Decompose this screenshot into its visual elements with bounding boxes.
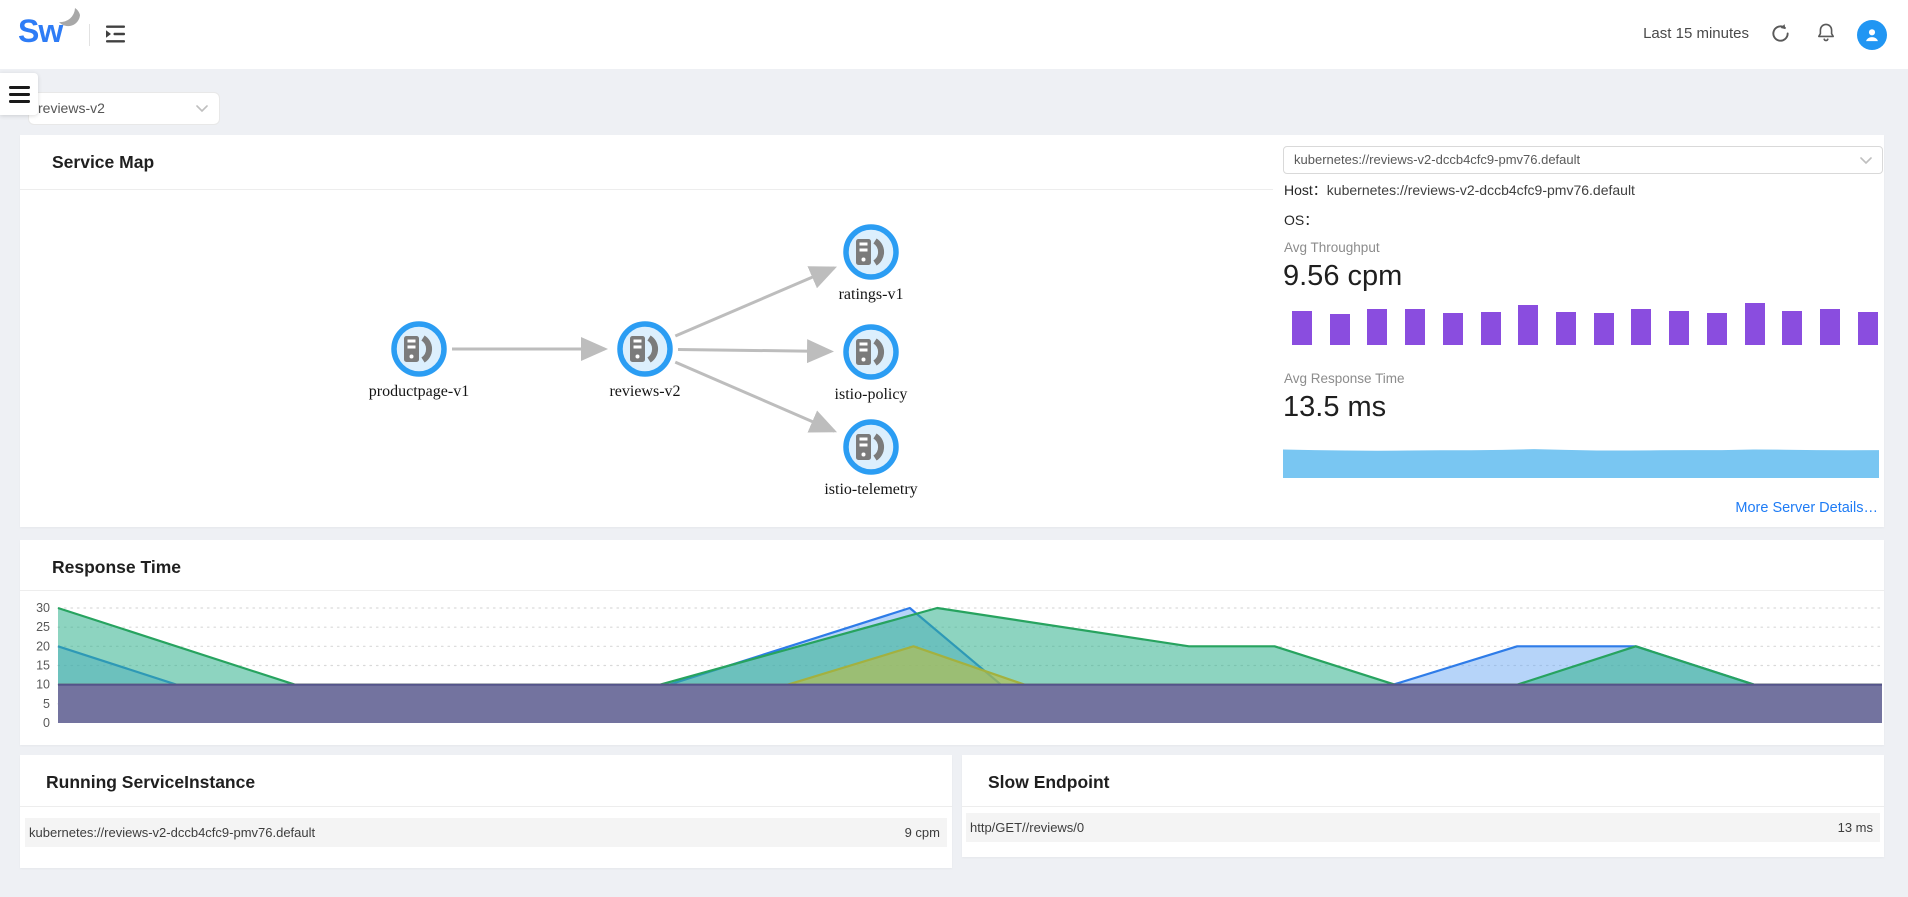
response-time-chart: 0 5 10 15 20 25 30 bbox=[28, 595, 1888, 735]
response-time-title: Response Time bbox=[52, 557, 181, 578]
topbar-divider bbox=[89, 24, 90, 46]
svg-text:istio-policy: istio-policy bbox=[835, 386, 908, 403]
throughput-bar bbox=[1556, 312, 1576, 345]
endpoint-name: http/GET//reviews/0 bbox=[970, 820, 1084, 835]
svg-text:20: 20 bbox=[36, 639, 50, 653]
chevron-down-icon bbox=[1860, 157, 1872, 165]
instance-selector-dropdown[interactable]: kubernetes://reviews-v2-dccb4cfc9-pmv76.… bbox=[1283, 146, 1883, 174]
user-avatar[interactable] bbox=[1857, 20, 1887, 50]
app-logo: Sw bbox=[18, 13, 62, 50]
avg-response-label: Avg Response Time bbox=[1284, 371, 1405, 386]
time-range-selector[interactable]: Last 15 minutes bbox=[1643, 25, 1749, 42]
host-label: Host： bbox=[1284, 182, 1327, 198]
slow-endpoint-panel: Slow Endpoint http/GET//reviews/0 13 ms bbox=[962, 755, 1884, 857]
panel-divider bbox=[962, 806, 1884, 807]
service-edge bbox=[675, 268, 834, 336]
instance-cpm: 9 cpm bbox=[905, 825, 940, 840]
svg-text:istio-telemetry: istio-telemetry bbox=[824, 481, 917, 498]
throughput-bar bbox=[1594, 313, 1614, 345]
os-label: OS： bbox=[1284, 212, 1318, 228]
svg-text:0: 0 bbox=[43, 716, 50, 730]
service-node-reviews-v2[interactable]: reviews-v2 bbox=[609, 324, 680, 400]
throughput-bar bbox=[1820, 309, 1840, 345]
panel-divider bbox=[20, 806, 952, 807]
user-icon bbox=[1863, 26, 1881, 44]
panel-divider bbox=[20, 590, 1884, 591]
service-selector-dropdown[interactable]: reviews-v2 bbox=[28, 92, 220, 125]
instance-name: kubernetes://reviews-v2-dccb4cfc9-pmv76.… bbox=[29, 825, 315, 840]
os-line: OS： bbox=[1284, 210, 1318, 230]
response-time-sparkline bbox=[1283, 447, 1879, 478]
throughput-bar bbox=[1707, 313, 1727, 345]
host-line: Host：kubernetes://reviews-v2-dccb4cfc9-p… bbox=[1284, 180, 1635, 200]
series-area-purple bbox=[58, 685, 1882, 723]
avg-throughput-value: 9.56 cpm bbox=[1283, 260, 1402, 293]
svg-text:reviews-v2: reviews-v2 bbox=[609, 383, 680, 400]
throughput-bar-chart bbox=[1292, 303, 1878, 345]
endpoint-latency: 13 ms bbox=[1838, 820, 1873, 835]
instance-row[interactable]: kubernetes://reviews-v2-dccb4cfc9-pmv76.… bbox=[25, 818, 947, 847]
service-node-ratings-v1[interactable]: ratings-v1 bbox=[839, 227, 904, 303]
svg-text:15: 15 bbox=[36, 659, 50, 673]
throughput-bar bbox=[1858, 312, 1878, 345]
avg-response-value: 13.5 ms bbox=[1283, 391, 1386, 424]
top-bar: Sw Last 15 minutes bbox=[0, 0, 1908, 69]
avg-throughput-label: Avg Throughput bbox=[1284, 240, 1380, 255]
throughput-bar bbox=[1782, 311, 1802, 345]
throughput-bar bbox=[1669, 311, 1689, 345]
svg-text:ratings-v1: ratings-v1 bbox=[839, 286, 904, 303]
svg-text:10: 10 bbox=[36, 678, 50, 692]
service-node-productpage-v1[interactable]: productpage-v1 bbox=[369, 324, 469, 400]
svg-text:productpage-v1: productpage-v1 bbox=[369, 383, 469, 400]
hamburger-icon bbox=[9, 86, 30, 103]
throughput-bar bbox=[1745, 303, 1765, 345]
throughput-bar bbox=[1405, 309, 1425, 345]
running-instance-panel: Running ServiceInstance kubernetes://rev… bbox=[20, 755, 952, 868]
notifications-bell-icon[interactable] bbox=[1816, 22, 1836, 49]
svg-text:5: 5 bbox=[43, 697, 50, 711]
service-edge bbox=[678, 349, 831, 351]
service-node-istio-telemetry[interactable]: istio-telemetry bbox=[824, 422, 917, 498]
running-instance-title: Running ServiceInstance bbox=[46, 772, 255, 793]
service-edge bbox=[675, 362, 834, 431]
service-node-istio-policy[interactable]: istio-policy bbox=[835, 327, 908, 403]
host-value: kubernetes://reviews-v2-dccb4cfc9-pmv76.… bbox=[1327, 182, 1635, 198]
svg-text:25: 25 bbox=[36, 620, 50, 634]
throughput-bar bbox=[1330, 314, 1350, 345]
response-time-panel: Response Time 0 5 10 15 20 25 30 bbox=[20, 540, 1884, 745]
throughput-bar bbox=[1292, 311, 1312, 345]
menu-unfold-icon[interactable] bbox=[105, 24, 127, 44]
chevron-down-icon bbox=[196, 105, 208, 113]
skywalking-dashboard: Sw Last 15 minutes bbox=[0, 0, 1908, 897]
throughput-bar bbox=[1631, 309, 1651, 345]
slow-endpoint-title: Slow Endpoint bbox=[988, 772, 1110, 793]
refresh-icon[interactable] bbox=[1770, 23, 1791, 49]
service-selector-value: reviews-v2 bbox=[38, 93, 105, 124]
instance-selector-value: kubernetes://reviews-v2-dccb4cfc9-pmv76.… bbox=[1294, 147, 1580, 173]
svg-text:30: 30 bbox=[36, 601, 50, 615]
throughput-bar bbox=[1518, 305, 1538, 345]
throughput-bar bbox=[1367, 309, 1387, 345]
throughput-bar bbox=[1443, 313, 1463, 345]
more-server-details-link[interactable]: More Server Details… bbox=[1735, 500, 1878, 516]
throughput-bar bbox=[1481, 312, 1501, 345]
endpoint-row[interactable]: http/GET//reviews/0 13 ms bbox=[966, 813, 1880, 842]
sidebar-toggle-button[interactable] bbox=[0, 73, 38, 115]
